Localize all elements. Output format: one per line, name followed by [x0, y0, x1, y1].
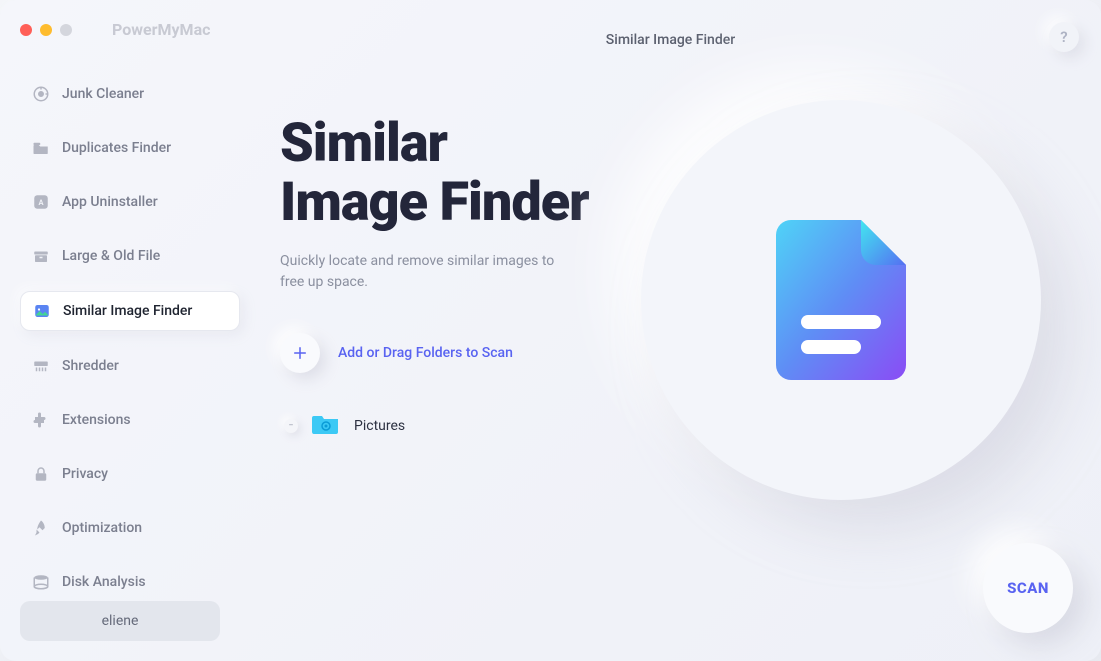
folder-name: Pictures — [354, 418, 405, 434]
close-window-button[interactable] — [20, 24, 32, 36]
app-icon: A — [32, 193, 50, 211]
content-area: Similar Image Finder ? — [240, 0, 1101, 661]
nav-label: Large & Old File — [62, 248, 160, 264]
maximize-window-button[interactable] — [60, 24, 72, 36]
nav-large-old-file[interactable]: Large & Old File — [20, 237, 240, 275]
add-folder-label[interactable]: Add or Drag Folders to Scan — [338, 345, 513, 361]
folder-icon — [312, 413, 340, 439]
nav-label: Shredder — [62, 358, 119, 374]
nav-disk-analysis[interactable]: Disk Analysis — [20, 563, 240, 601]
nav-duplicates-finder[interactable]: Duplicates Finder — [20, 129, 240, 167]
archive-icon — [32, 247, 50, 265]
nav-label: App Uninstaller — [62, 194, 158, 210]
nav-list: Junk Cleaner Duplicates Finder A App Uni… — [20, 75, 240, 601]
hero-illustration — [641, 100, 1041, 500]
puzzle-icon — [32, 411, 50, 429]
scan-button[interactable]: SCAN — [983, 543, 1073, 633]
nav-optimization[interactable]: Optimization — [20, 509, 240, 547]
nav-label: Optimization — [62, 520, 142, 536]
help-button[interactable]: ? — [1049, 22, 1079, 52]
sidebar: PowerMyMac Junk Cleaner Duplicates Finde… — [0, 0, 240, 661]
folders-icon — [32, 139, 50, 157]
lock-icon — [32, 465, 50, 483]
app-window: PowerMyMac Junk Cleaner Duplicates Finde… — [0, 0, 1101, 661]
nav-privacy[interactable]: Privacy — [20, 455, 240, 493]
nav-shredder[interactable]: Shredder — [20, 347, 240, 385]
add-folder-button[interactable] — [280, 333, 320, 373]
rocket-icon — [32, 519, 50, 537]
disk-icon — [32, 573, 50, 591]
document-icon — [776, 220, 906, 380]
user-badge[interactable]: eliene — [20, 601, 220, 641]
nav-label: Privacy — [62, 466, 108, 482]
window-controls — [20, 24, 72, 36]
nav-similar-image-finder[interactable]: Similar Image Finder — [20, 291, 240, 331]
nav-label: Duplicates Finder — [62, 140, 171, 156]
shredder-icon — [32, 357, 50, 375]
nav-label: Junk Cleaner — [62, 86, 144, 102]
nav-label: Similar Image Finder — [63, 303, 192, 319]
nav-label: Extensions — [62, 412, 131, 428]
remove-folder-button[interactable]: − — [284, 419, 298, 433]
nav-app-uninstaller[interactable]: A App Uninstaller — [20, 183, 240, 221]
app-name: PowerMyMac — [112, 20, 210, 39]
minimize-window-button[interactable] — [40, 24, 52, 36]
feature-subtitle: Quickly locate and remove similar images… — [280, 251, 580, 293]
gauge-icon — [32, 85, 50, 103]
plus-icon — [291, 344, 309, 362]
nav-extensions[interactable]: Extensions — [20, 401, 240, 439]
nav-junk-cleaner[interactable]: Junk Cleaner — [20, 75, 240, 113]
page-title: Similar Image Finder — [606, 32, 735, 48]
nav-label: Disk Analysis — [62, 574, 146, 590]
image-icon — [33, 302, 51, 320]
user-name: eliene — [102, 613, 139, 629]
